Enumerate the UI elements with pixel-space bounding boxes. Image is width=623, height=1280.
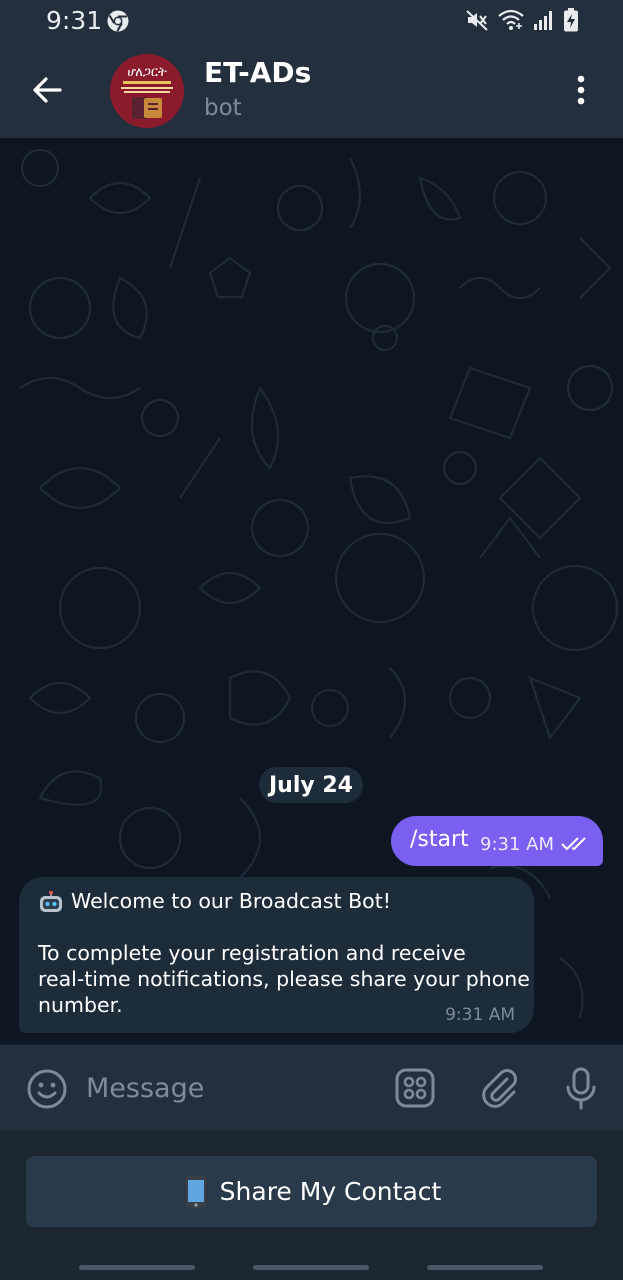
system-navigation-bar	[0, 1256, 623, 1280]
avatar-logo: ሆለጋርት	[110, 54, 184, 128]
message-text: /start	[410, 827, 469, 852]
double-check-icon	[561, 837, 586, 851]
attach-icon[interactable]	[476, 1065, 522, 1111]
nav-recent-apps[interactable]	[79, 1265, 195, 1270]
message-time: 9:31 AM	[445, 1005, 515, 1025]
status-time: 9:31	[46, 6, 103, 35]
signal-icon	[534, 11, 552, 30]
chat-title: ET-ADs	[204, 56, 312, 89]
message-text-line: Welcome to our Broadcast Bot!	[71, 889, 391, 913]
share-contact-label: Share My Contact	[219, 1177, 442, 1206]
back-button[interactable]	[24, 66, 72, 114]
mute-icon	[466, 10, 488, 31]
bot-menu-icon[interactable]	[392, 1065, 438, 1111]
chat-area[interactable]: July 24 /start 9:31 AM Welcome to our Br…	[0, 138, 623, 1044]
status-bar: 9:31	[0, 0, 623, 42]
message-text-line: real-time notifications, please share yo…	[38, 967, 530, 991]
message-text-line: To complete your registration and receiv…	[38, 941, 466, 965]
chrome-icon	[107, 10, 129, 32]
more-options-button[interactable]	[561, 68, 601, 112]
incoming-message[interactable]: Welcome to our Broadcast Bot! To complet…	[19, 877, 534, 1033]
mobile-phone-icon	[185, 1175, 206, 1208]
message-text-line: number.	[38, 993, 123, 1017]
svg-text:ሆለጋርት: ሆለጋርት	[127, 65, 167, 80]
arrow-left-icon	[33, 77, 62, 103]
share-contact-button[interactable]: Share My Contact	[26, 1156, 597, 1227]
chat-subtitle: bot	[204, 95, 242, 121]
emoji-icon[interactable]	[24, 1066, 70, 1112]
battery-charging-icon	[564, 8, 578, 32]
message-composer	[0, 1044, 623, 1132]
bot-keyboard: Share My Contact	[0, 1131, 623, 1256]
date-separator: July 24	[259, 767, 363, 803]
more-vertical-icon	[577, 75, 585, 105]
chat-header: ሆለጋርት ET-ADs bot	[0, 42, 623, 138]
message-time: 9:31 AM	[480, 834, 554, 855]
outgoing-message[interactable]: /start 9:31 AM	[391, 816, 603, 866]
robot-icon	[40, 891, 62, 912]
microphone-icon[interactable]	[558, 1065, 604, 1111]
wifi-icon	[498, 9, 524, 30]
status-icons	[465, 8, 579, 32]
message-input[interactable]	[86, 1067, 376, 1109]
nav-back[interactable]	[427, 1265, 543, 1270]
bot-avatar[interactable]: ሆለጋርት	[110, 54, 184, 128]
nav-home[interactable]	[253, 1265, 369, 1270]
